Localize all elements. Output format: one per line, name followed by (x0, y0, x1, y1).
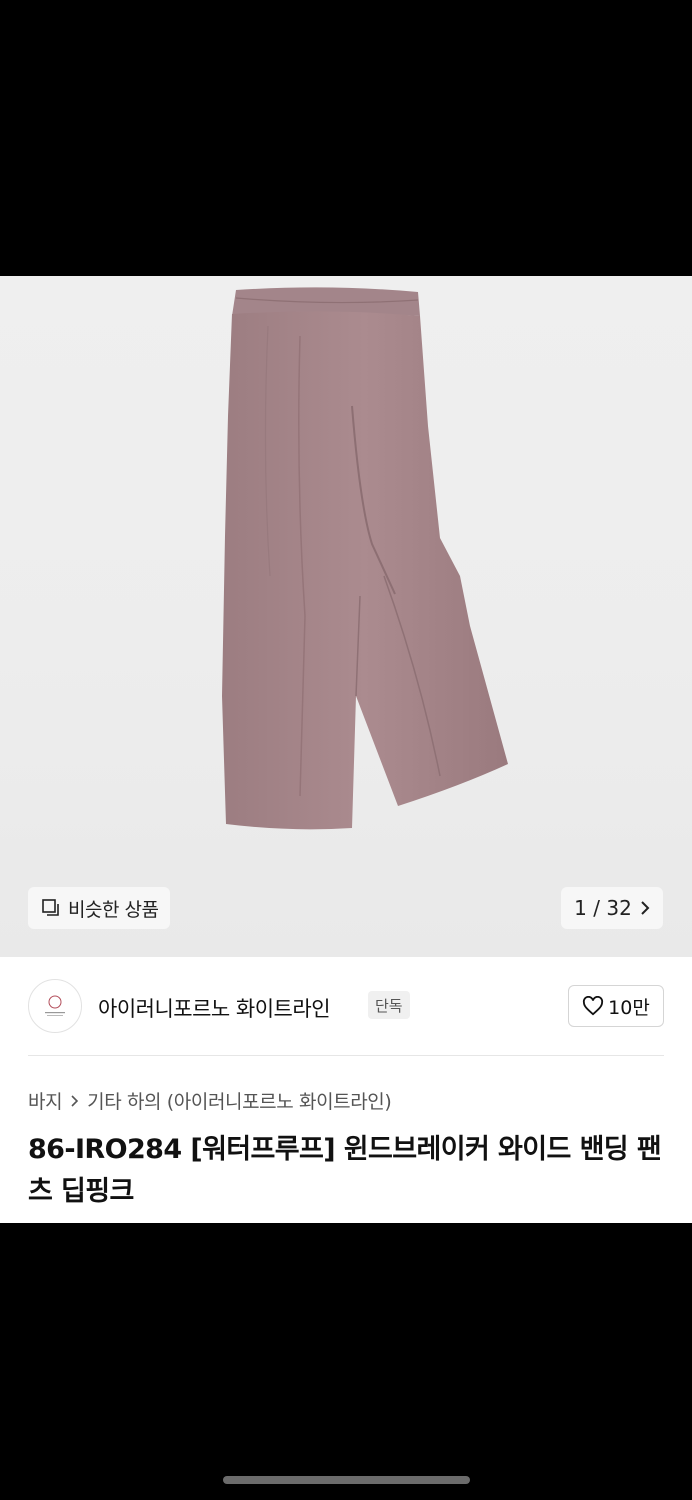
product-image-gallery[interactable]: 비슷한 상품 1 / 32 (0, 276, 692, 957)
brand-logo-mark (45, 995, 65, 1016)
brand-like-button[interactable]: 10만 (568, 985, 664, 1027)
divider (28, 1055, 664, 1056)
chevron-right-icon (71, 1094, 79, 1107)
image-counter-text: 1 / 32 (574, 896, 632, 920)
home-indicator[interactable] (223, 1476, 470, 1484)
heart-icon (583, 996, 604, 1016)
brand-row: 아이러니포르노 화이트라인 단독 10만 (28, 979, 664, 1035)
exclusive-badge: 단독 (368, 991, 410, 1019)
brand-logo[interactable] (28, 979, 82, 1033)
breadcrumb: 바지 기타 하의 (아이러니포르노 화이트라인) (28, 1087, 392, 1114)
brand-like-count: 10만 (608, 996, 650, 1019)
product-title: 86-IRO284 [워터프루프] 윈드브레이커 와이드 밴딩 팬츠 딥핑크 (28, 1134, 662, 1207)
breadcrumb-subcategory[interactable]: 기타 하의 (아이러니포르노 화이트라인) (87, 1087, 392, 1114)
breadcrumb-category[interactable]: 바지 (28, 1087, 63, 1114)
product-info-section: 아이러니포르노 화이트라인 단독 10만 바지 기타 하의 (아이러니포르노 화… (0, 957, 692, 1223)
brand-name[interactable]: 아이러니포르노 화이트라인 (98, 993, 331, 1023)
product-photo-pants (222, 287, 508, 830)
similar-items-icon (42, 899, 59, 916)
image-counter-button[interactable]: 1 / 32 (561, 887, 663, 929)
similar-products-label: 비슷한 상품 (68, 898, 159, 921)
chevron-right-icon (641, 901, 650, 915)
similar-products-button[interactable]: 비슷한 상품 (28, 887, 171, 929)
